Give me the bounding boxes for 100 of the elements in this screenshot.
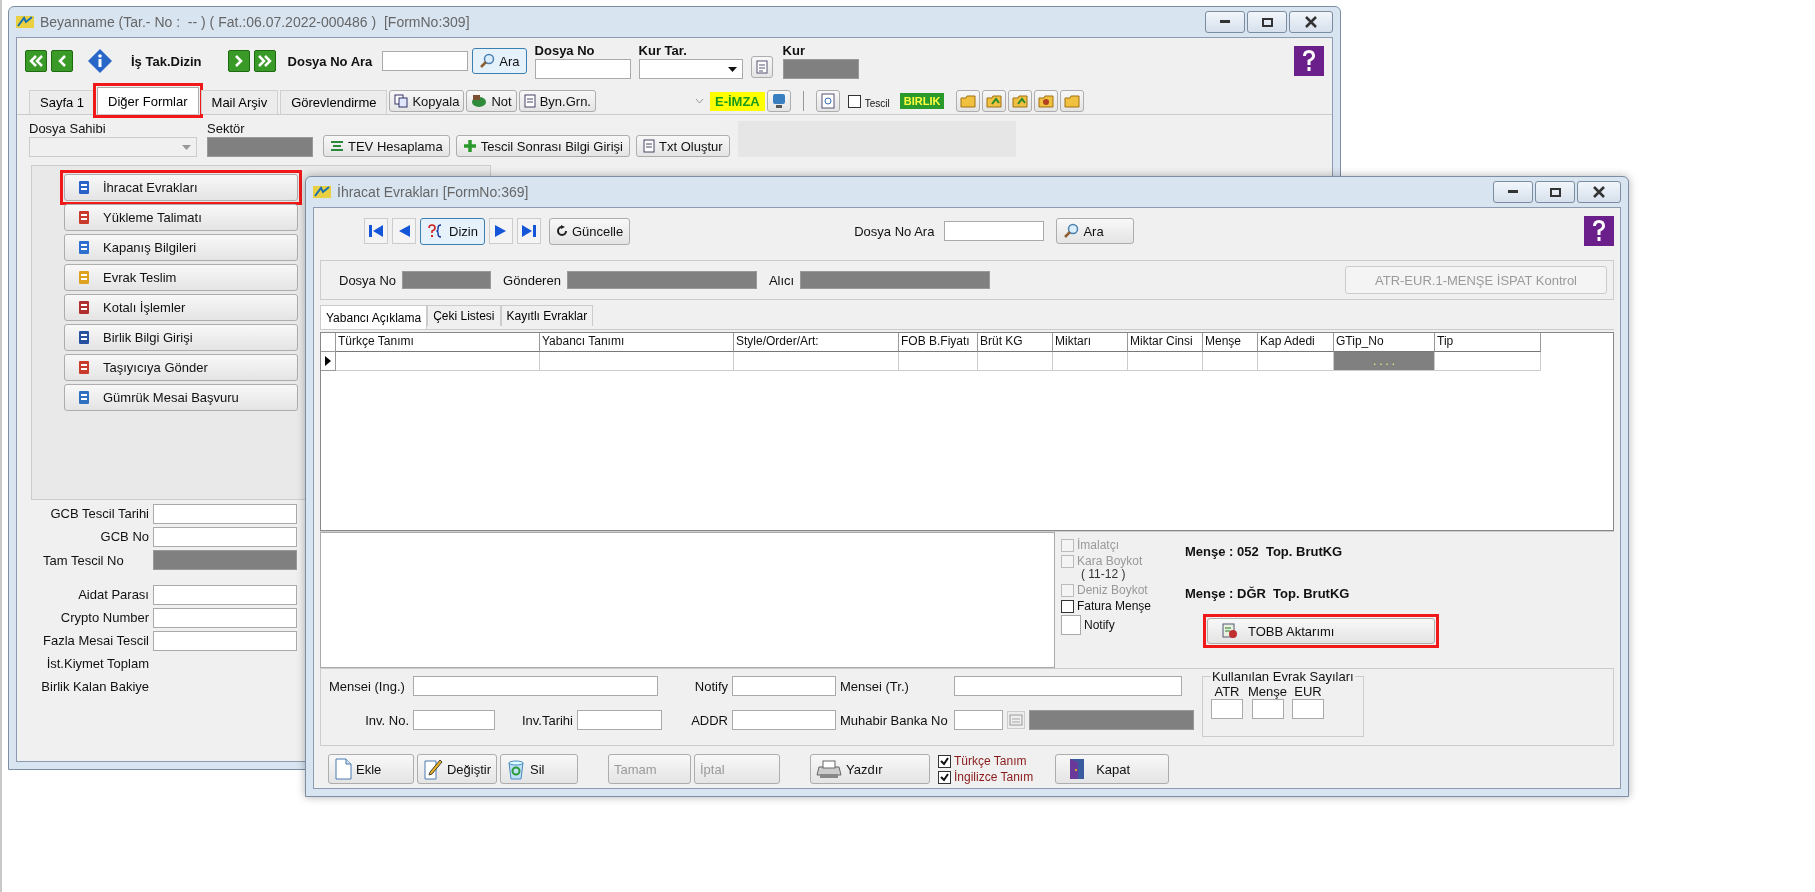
input-field[interactable]: [153, 631, 297, 651]
action-button[interactable]: Tescil Sonrası Bilgi Girişi: [455, 135, 630, 157]
tab[interactable]: Sayfa 1: [29, 90, 96, 114]
input-field[interactable]: [954, 710, 1003, 730]
column-header[interactable]: Kap Adedi: [1258, 333, 1334, 352]
column-header[interactable]: Türkçe Tanımı: [336, 333, 540, 352]
help-icon[interactable]: [1584, 216, 1614, 246]
owner-dropdown[interactable]: [29, 137, 197, 157]
input-field[interactable]: [153, 504, 297, 524]
sector-label: Sektör: [207, 121, 246, 136]
input-field[interactable]: [732, 710, 836, 730]
document-icon: [1222, 623, 1238, 639]
maximize-button[interactable]: [1535, 181, 1575, 203]
toolbar-button[interactable]: Kopyala: [389, 90, 465, 112]
lookup-button[interactable]: [1007, 711, 1025, 729]
rate-date-label: Kur Tar.: [638, 43, 688, 58]
input-field[interactable]: [1251, 699, 1284, 719]
next-record-button[interactable]: [227, 50, 250, 72]
action-button[interactable]: Txt Oluştur: [636, 135, 730, 157]
toolbar-button[interactable]: Not: [466, 90, 517, 112]
input-field[interactable]: [153, 527, 297, 547]
folder-button[interactable]: [1008, 90, 1033, 112]
help-icon[interactable]: [1294, 46, 1324, 76]
column-header[interactable]: Style/Order/Art:: [734, 333, 899, 352]
input-field[interactable]: [732, 676, 836, 696]
action-button[interactable]: Değiştir: [417, 754, 497, 784]
checkbox[interactable]: [938, 754, 951, 768]
form-button[interactable]: Yükleme Talimatı: [64, 204, 298, 231]
document-icon: [755, 60, 768, 74]
minimize-button[interactable]: [1493, 181, 1533, 203]
close-button[interactable]: [1577, 181, 1621, 203]
last-record-button[interactable]: [253, 50, 276, 72]
monitor-button[interactable]: [766, 90, 791, 112]
column-header[interactable]: Miktar Cinsi: [1128, 333, 1203, 352]
input-field[interactable]: [153, 608, 297, 628]
column-header[interactable]: Yabancı Tanımı: [540, 333, 734, 352]
document-icon: [334, 758, 352, 780]
input-field[interactable]: [954, 676, 1182, 696]
action-button[interactable]: Yazdır: [810, 754, 930, 784]
input-field[interactable]: [153, 585, 297, 605]
folder-icon: [960, 94, 977, 108]
checkbox[interactable]: [1061, 615, 1081, 635]
input-field[interactable]: [413, 676, 658, 696]
info-icon[interactable]: [87, 48, 113, 74]
action-button[interactable]: Ekle: [328, 754, 414, 784]
close-icon: [1305, 16, 1317, 28]
form-button[interactable]: Kotalı İşlemler: [64, 294, 298, 321]
close-button[interactable]: [1289, 11, 1333, 33]
tab[interactable]: Mail Arşiv: [200, 90, 279, 114]
checkbox-label: İmalatçı: [1077, 538, 1119, 552]
form-button[interactable]: Birlik Bilgi Girişi: [64, 324, 298, 351]
search-label: Dosya No Ara: [287, 53, 373, 69]
checkbox[interactable]: [1061, 599, 1074, 613]
search-button[interactable]: Ara: [472, 48, 527, 74]
input-field[interactable]: [577, 710, 662, 730]
input-field[interactable]: [413, 710, 495, 730]
index-button[interactable]: Dizin: [420, 217, 485, 245]
tab[interactable]: Çeki Listesi: [427, 305, 501, 326]
preview-button[interactable]: [815, 90, 840, 112]
action-button[interactable]: Sil: [500, 754, 578, 784]
refresh-button[interactable]: Güncelle: [548, 217, 631, 245]
search-button[interactable]: Ara: [1056, 218, 1135, 244]
column-header[interactable]: Tip: [1435, 333, 1541, 352]
previous-record-button[interactable]: [51, 50, 73, 72]
input-field[interactable]: [1292, 699, 1325, 719]
form-button[interactable]: Evrak Teslim: [64, 264, 298, 291]
first-record-button[interactable]: [25, 50, 47, 72]
column-header[interactable]: Menşe: [1203, 333, 1258, 352]
folder-button[interactable]: [956, 90, 981, 112]
calendar-button[interactable]: [750, 56, 773, 78]
column-header[interactable]: FOB B.Fiyatı: [899, 333, 978, 352]
file-no-field[interactable]: [534, 59, 631, 79]
chevron-down-icon: [694, 98, 704, 104]
search-field[interactable]: [944, 221, 1045, 241]
action-button[interactable]: TEV Hesaplama: [323, 135, 450, 157]
form-button[interactable]: İhracat Evrakları: [64, 174, 298, 201]
folder-button[interactable]: [1034, 90, 1059, 112]
tobb-transfer-button[interactable]: TOBB Aktarımı: [1207, 618, 1435, 644]
checkbox[interactable]: [847, 95, 861, 108]
form-button[interactable]: Taşıyıcıya Gönder: [64, 354, 298, 381]
checkbox-label: Tescil: [864, 98, 890, 109]
tab[interactable]: Görevlendirme: [280, 90, 388, 114]
form-button[interactable]: Gümrük Mesai Başvuru: [64, 384, 298, 411]
folder-button[interactable]: [982, 90, 1007, 112]
column-header[interactable]: Brüt KG: [978, 333, 1053, 352]
column-header[interactable]: Miktarı: [1053, 333, 1128, 352]
input-field[interactable]: [1211, 699, 1243, 719]
maximize-button[interactable]: [1247, 11, 1287, 33]
rate-date-dropdown[interactable]: [638, 59, 743, 79]
tab[interactable]: Kayıtlı Evraklar: [500, 305, 594, 326]
toolbar-button[interactable]: Byn.Grn.: [518, 90, 596, 112]
tab[interactable]: Yabancı Açıklama: [320, 305, 428, 329]
checkbox-label: Notify: [1084, 618, 1115, 632]
minimize-button[interactable]: [1205, 11, 1245, 33]
form-button[interactable]: Kapanış Bilgileri: [64, 234, 298, 261]
folder-button[interactable]: [1060, 90, 1085, 112]
search-field[interactable]: [382, 51, 469, 71]
tab[interactable]: Diğer Formlar: [97, 87, 199, 114]
checkbox[interactable]: [938, 770, 951, 784]
close-form-button[interactable]: Kapat: [1055, 754, 1170, 784]
